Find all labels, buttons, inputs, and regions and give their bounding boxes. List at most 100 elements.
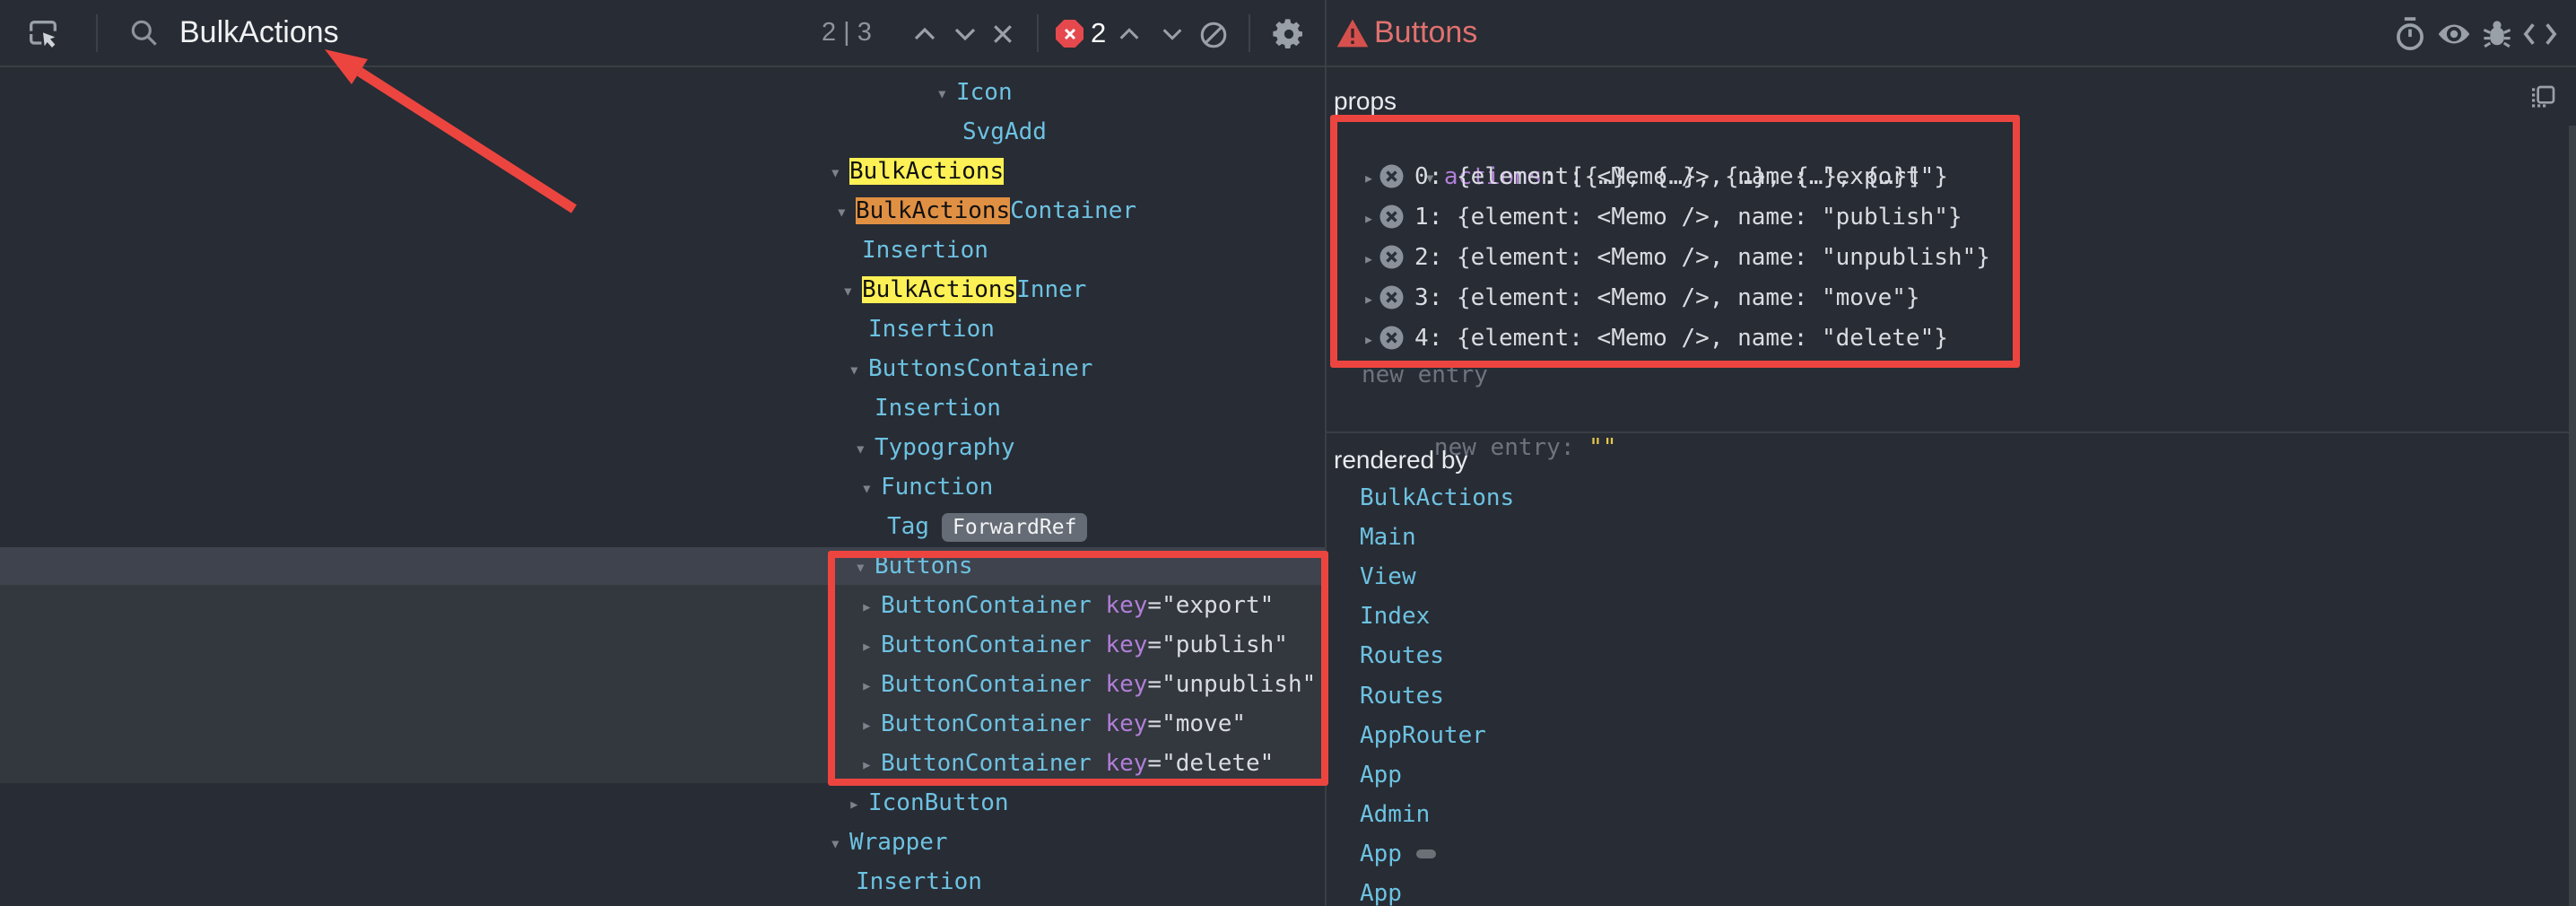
tree-row[interactable]: Insertion <box>849 309 995 349</box>
tree-row[interactable]: ▾BulkActionsContainer <box>836 191 1136 231</box>
rendered-by-item[interactable]: App <box>1360 755 1402 795</box>
tree-row[interactable]: ▸IconButton <box>849 783 1009 823</box>
collapse-arrow-icon[interactable]: ▾ <box>836 192 856 231</box>
rendered-by-item[interactable]: App <box>1360 834 1436 874</box>
tree-row[interactable]: ▾Function <box>861 467 993 507</box>
expand-arrow-icon[interactable]: ▸ <box>1363 207 1374 229</box>
tree-row[interactable]: Insertion <box>836 862 982 902</box>
rendered-by-item[interactable]: AppRouter <box>1360 716 1486 755</box>
view-source-button[interactable] <box>2519 14 2561 54</box>
collapse-arrow-icon[interactable]: ▾ <box>849 350 868 389</box>
component-name: ="delete" <box>1147 750 1274 777</box>
copy-icon <box>2528 83 2557 112</box>
collapse-arrow-icon[interactable]: ▾ <box>830 152 849 192</box>
delete-entry-button[interactable] <box>1379 164 1404 188</box>
rendered-by-item[interactable]: Admin <box>1360 795 1430 834</box>
props-array-item-row[interactable]: ▸0: {element: <Memo />, name: "export"} <box>1363 157 1948 196</box>
inspect-dom-element-button[interactable] <box>2433 14 2475 54</box>
chevron-down-icon <box>1160 24 1185 44</box>
tree-row[interactable]: Insertion <box>855 388 1001 428</box>
tree-row[interactable]: ▸ButtonContainer key="export" <box>861 586 1274 625</box>
section-divider <box>1327 431 2576 433</box>
rendered-by-item[interactable]: BulkActions <box>1360 478 1514 518</box>
toolbar-separator <box>1249 14 1250 52</box>
component-name: IconButton <box>868 789 1009 816</box>
tree-row[interactable]: ▾Icon <box>936 73 1013 112</box>
settings-button[interactable] <box>1268 14 1310 54</box>
rendered-by-item[interactable]: App <box>1360 874 1402 906</box>
panel-divider[interactable] <box>1325 0 1327 906</box>
new-entry-value-input[interactable]: "" <box>1588 434 1616 461</box>
log-component-data-button[interactable] <box>2476 14 2518 54</box>
circle-x-icon <box>1379 205 1404 229</box>
tree-row[interactable]: Insertion <box>842 231 988 270</box>
component-name: Routes <box>1360 642 1444 669</box>
delete-entry-button[interactable] <box>1379 205 1404 229</box>
tree-row[interactable]: ▾BulkActions <box>830 152 1004 191</box>
rendered-by-item[interactable]: Index <box>1360 597 1430 636</box>
component-name: App <box>1360 841 1402 867</box>
tree-row[interactable]: SvgAdd <box>943 112 1047 152</box>
tree-row[interactable]: TagForwardRef <box>867 507 1087 546</box>
rendered-by-item[interactable]: Main <box>1360 518 1416 557</box>
props-actions-row[interactable]: ▾actions: [{…}, {…}, {…}, {…}, {…}] <box>1340 118 1921 157</box>
expand-arrow-icon[interactable]: ▸ <box>861 705 881 745</box>
array-index: 3: <box>1414 284 1457 311</box>
props-array-item-row[interactable]: ▸2: {element: <Memo />, name: "unpublish… <box>1363 238 1990 277</box>
tree-row[interactable]: ▾Buttons <box>855 546 973 586</box>
tree-row[interactable]: ▾BulkActionsInner <box>842 270 1086 309</box>
expand-arrow-icon[interactable]: ▸ <box>1363 328 1374 350</box>
circle-x-icon <box>1379 245 1404 269</box>
delete-entry-button[interactable] <box>1379 285 1404 309</box>
tree-row[interactable]: ▸ButtonContainer key="unpublish" <box>861 665 1316 704</box>
expand-arrow-icon[interactable]: ▸ <box>861 587 881 626</box>
rendered-by-item[interactable]: Routes <box>1360 676 1444 716</box>
copy-props-button[interactable] <box>2527 82 2559 114</box>
tree-row[interactable]: ▸ButtonContainer key="publish" <box>861 625 1288 665</box>
search-clear-button[interactable] <box>986 17 1020 51</box>
inspect-element-button[interactable] <box>23 14 63 54</box>
collapse-arrow-icon[interactable]: ▾ <box>855 429 875 468</box>
delete-entry-button[interactable] <box>1379 245 1404 269</box>
component-name: App <box>1360 762 1402 788</box>
tree-row[interactable]: ▾Wrapper <box>830 823 948 862</box>
expand-arrow-icon[interactable]: ▸ <box>1363 248 1374 269</box>
clear-errors-button[interactable] <box>1196 17 1231 53</box>
scrollbar[interactable] <box>2569 126 2576 906</box>
expand-arrow-icon[interactable]: ▸ <box>849 784 868 823</box>
component-name: key <box>1105 592 1147 619</box>
props-array-item-row[interactable]: ▸1: {element: <Memo />, name: "publish"} <box>1363 197 1962 237</box>
search-input[interactable]: BulkActions <box>179 0 339 65</box>
rendered-by-item[interactable]: View <box>1360 557 1416 597</box>
search-next-button[interactable] <box>948 20 982 48</box>
expand-arrow-icon[interactable]: ▸ <box>861 745 881 784</box>
rendered-by-item[interactable]: Routes <box>1360 636 1444 675</box>
suspend-component-button[interactable] <box>2389 14 2431 54</box>
tree-row[interactable]: ▾ButtonsContainer <box>849 349 1092 388</box>
component-name: Tag <box>887 513 929 540</box>
component-name: key <box>1105 671 1147 698</box>
error-next-button[interactable] <box>1155 20 1189 48</box>
warning-triangle-icon <box>1336 18 1369 52</box>
delete-entry-button[interactable] <box>1379 326 1404 350</box>
component-name: ButtonContainer <box>881 710 1105 737</box>
error-prev-button[interactable] <box>1112 20 1146 48</box>
props-array-item-row[interactable]: ▸3: {element: <Memo />, name: "move"} <box>1363 278 1920 318</box>
expand-arrow-icon[interactable]: ▸ <box>861 626 881 666</box>
component-name: App <box>1360 880 1402 906</box>
expand-arrow-icon[interactable]: ▸ <box>1363 288 1374 309</box>
select-element-icon <box>25 16 61 52</box>
collapse-arrow-icon[interactable]: ▾ <box>855 547 875 587</box>
props-array-item-row[interactable]: ▸4: {element: <Memo />, name: "delete"} <box>1363 318 1948 358</box>
collapse-arrow-icon[interactable]: ▾ <box>842 271 862 310</box>
tree-row[interactable]: ▸ButtonContainer key="delete" <box>861 744 1274 783</box>
collapse-arrow-icon[interactable]: ▾ <box>830 823 849 863</box>
tree-row[interactable]: ▾Typography <box>855 428 1015 467</box>
props-new-entry-row[interactable]: new entry: "" <box>1350 388 1616 428</box>
expand-arrow-icon[interactable]: ▸ <box>1363 167 1374 188</box>
tree-row[interactable]: ▸ButtonContainer key="move" <box>861 704 1246 744</box>
collapse-arrow-icon[interactable]: ▾ <box>861 468 881 508</box>
collapse-arrow-icon[interactable]: ▾ <box>936 74 956 113</box>
expand-arrow-icon[interactable]: ▸ <box>861 666 881 705</box>
search-prev-button[interactable] <box>908 20 942 48</box>
